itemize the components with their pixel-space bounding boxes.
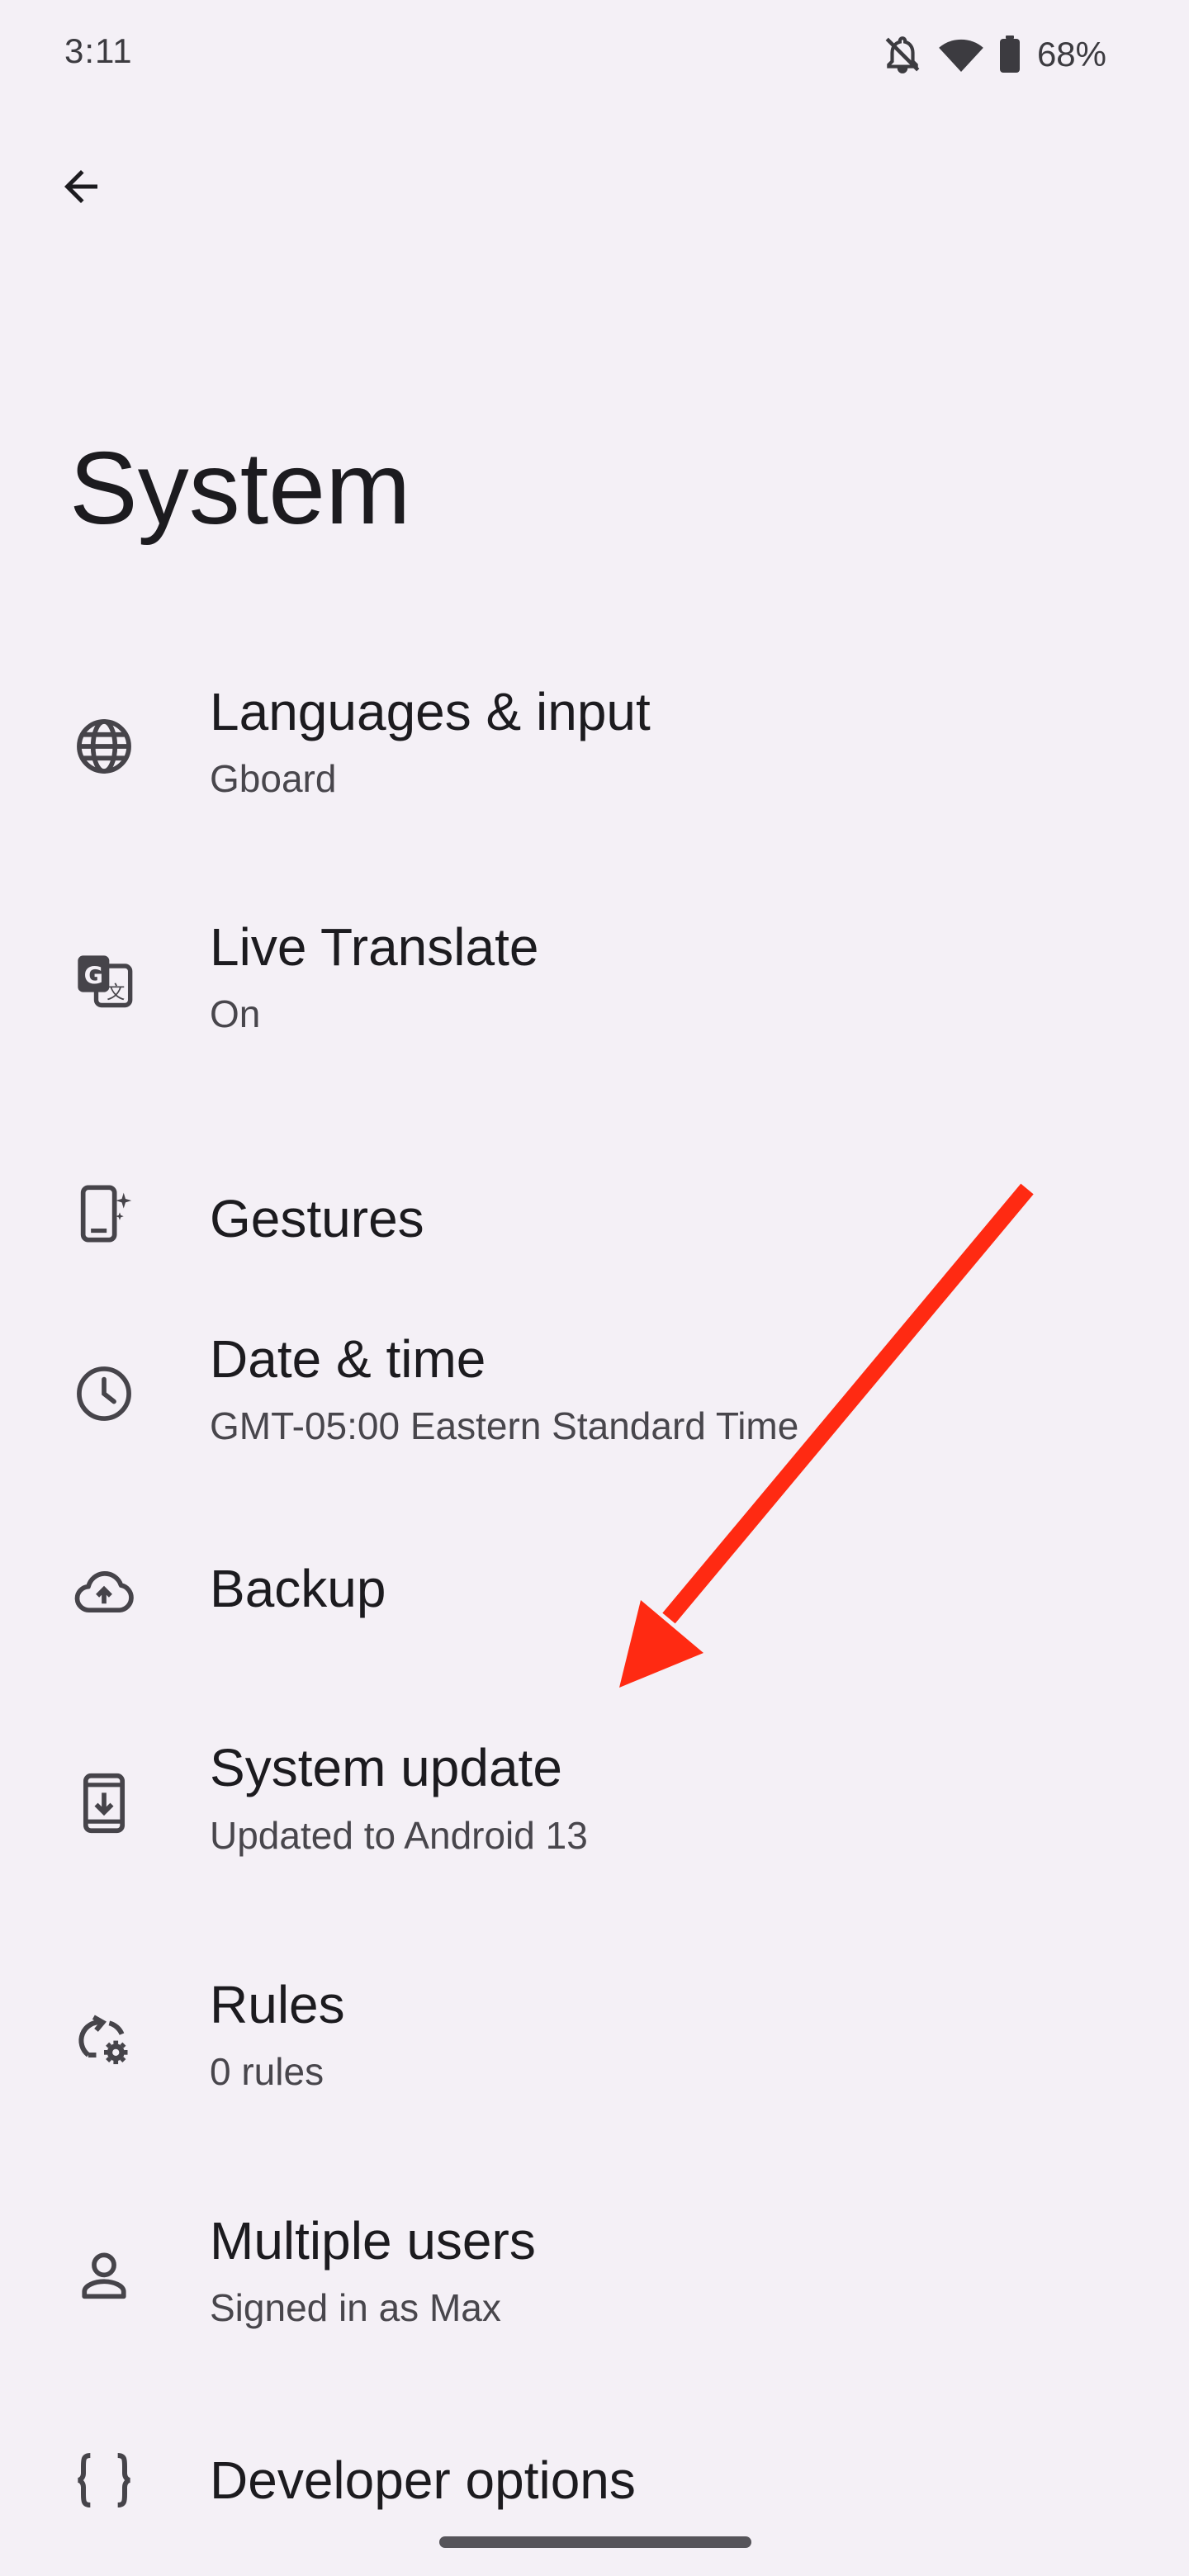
setting-title: System update bbox=[210, 1738, 562, 1797]
setting-title: Multiple users bbox=[210, 2211, 536, 2271]
globe-icon bbox=[69, 712, 139, 781]
setting-subtitle: Gboard bbox=[210, 757, 337, 800]
setting-subtitle: GMT-05:00 Eastern Standard Time bbox=[210, 1404, 799, 1447]
setting-date-time[interactable]: Date & time GMT-05:00 Eastern Standard T… bbox=[0, 1308, 1189, 1473]
setting-live-translate[interactable]: G 文 Live Translate On bbox=[0, 896, 1189, 1061]
rules-icon bbox=[69, 2005, 139, 2074]
setting-system-update[interactable]: System update Updated to Android 13 bbox=[0, 1721, 1189, 1886]
person-icon bbox=[69, 2241, 139, 2310]
setting-title: Live Translate bbox=[210, 917, 539, 977]
setting-title: Languages & input bbox=[210, 682, 651, 741]
status-icons: 68% bbox=[882, 30, 1106, 79]
setting-title: Rules bbox=[210, 1975, 345, 2034]
braces-icon bbox=[69, 2446, 139, 2515]
setting-multiple-users[interactable]: Multiple users Signed in as Max bbox=[0, 2193, 1189, 2358]
setting-title: Gestures bbox=[210, 1189, 424, 1248]
setting-subtitle: 0 rules bbox=[210, 2050, 324, 2093]
notifications-off-icon bbox=[882, 34, 923, 75]
page-title: System bbox=[69, 432, 411, 546]
gesture-nav-handle[interactable] bbox=[439, 2536, 751, 2548]
back-button[interactable] bbox=[48, 154, 114, 220]
battery-percentage: 68% bbox=[1036, 35, 1106, 73]
status-time: 3:11 bbox=[64, 31, 133, 70]
setting-gestures[interactable]: Gestures bbox=[0, 1131, 1189, 1296]
wifi-icon bbox=[938, 34, 984, 75]
clock-icon bbox=[69, 1359, 139, 1428]
cloud-upload-icon bbox=[69, 1557, 139, 1627]
setting-subtitle: Signed in as Max bbox=[210, 2286, 501, 2329]
svg-text:文: 文 bbox=[107, 983, 125, 1004]
setting-title: Developer options bbox=[210, 2451, 636, 2510]
translate-icon: G 文 bbox=[69, 947, 139, 1016]
setting-subtitle: On bbox=[210, 992, 261, 1035]
gestures-phone-icon bbox=[69, 1179, 139, 1248]
system-update-icon bbox=[69, 1769, 139, 1838]
svg-text:G: G bbox=[84, 963, 103, 990]
status-bar: 3:11 68% bbox=[0, 0, 1189, 107]
battery-icon bbox=[999, 36, 1021, 73]
setting-rules[interactable]: Rules 0 rules bbox=[0, 1957, 1189, 2122]
setting-title: Backup bbox=[210, 1559, 386, 1618]
setting-subtitle: Updated to Android 13 bbox=[210, 1814, 588, 1857]
setting-title: Date & time bbox=[210, 1329, 486, 1389]
arrow-back-icon bbox=[64, 170, 97, 203]
setting-languages-input[interactable]: Languages & input Gboard bbox=[0, 661, 1189, 826]
setting-backup[interactable]: Backup bbox=[0, 1511, 1189, 1676]
